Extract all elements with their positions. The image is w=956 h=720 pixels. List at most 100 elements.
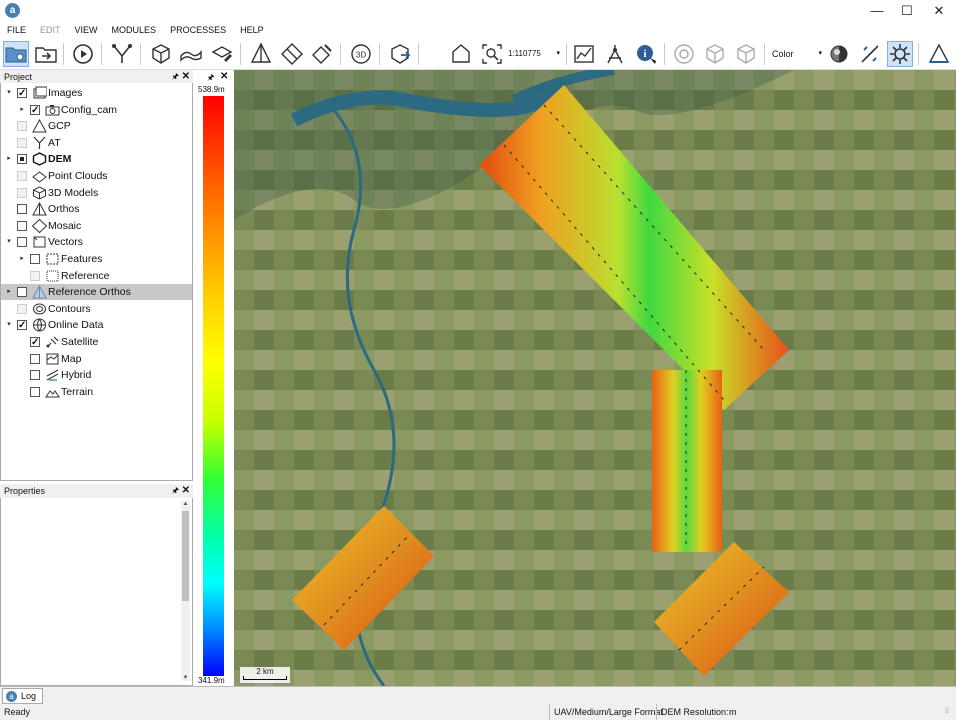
close-icon[interactable]: ✕ — [220, 71, 228, 82]
expand-down-icon[interactable]: ▾ — [5, 317, 13, 333]
log-tab[interactable]: a Log — [2, 688, 44, 704]
menu-file[interactable]: FILE — [0, 22, 33, 38]
tree-item-satellite[interactable]: Satellite — [1, 334, 192, 351]
menu-view[interactable]: VIEW — [68, 22, 105, 38]
tree-item-map[interactable]: Map — [1, 351, 192, 367]
expand-right-icon[interactable]: ▸ — [18, 102, 26, 118]
home-icon[interactable] — [448, 41, 474, 67]
tree-checkbox[interactable] — [17, 237, 27, 248]
tree-item-reference[interactable]: Reference — [1, 268, 192, 284]
target-icon[interactable] — [671, 41, 697, 67]
tree-checkbox[interactable] — [17, 220, 27, 231]
tree-checkbox[interactable] — [30, 335, 40, 351]
cube-outline-icon-2[interactable] — [733, 41, 759, 67]
map-canvas[interactable] — [234, 70, 956, 686]
tree-item-hybrid[interactable]: Hybrid — [1, 367, 192, 383]
expand-right-icon[interactable]: ▸ — [5, 151, 13, 167]
tree-item-3d-models[interactable]: 3D Models — [1, 185, 192, 201]
3d-box-icon[interactable] — [148, 41, 174, 67]
scroll-down-icon[interactable]: ▼ — [181, 675, 190, 681]
tree-item-contours[interactable]: Contours — [1, 301, 192, 317]
tree-checkbox[interactable] — [17, 154, 27, 165]
tree-item-terrain[interactable]: Terrain — [1, 384, 192, 400]
3d-models-icon — [32, 186, 47, 200]
tree-checkbox[interactable] — [30, 370, 40, 381]
menu-modules[interactable]: MODULES — [105, 22, 164, 38]
map-view[interactable] — [234, 70, 956, 686]
expand-right-icon[interactable]: ▸ — [18, 251, 26, 267]
histogram-icon[interactable] — [571, 41, 597, 67]
line-tool-icon[interactable] — [857, 41, 883, 67]
tree-item-vectors[interactable]: ▾ Vectors — [1, 234, 192, 250]
tree-item-gcp[interactable]: GCP — [1, 118, 192, 134]
tree-item-label: Vectors — [48, 236, 84, 249]
tree-item-config-cam[interactable]: ▸ Config_cam — [1, 102, 192, 119]
close-icon[interactable]: ✕ — [182, 70, 190, 84]
tree-item-images[interactable]: ▾ Images — [1, 85, 192, 102]
shading-icon[interactable] — [826, 41, 852, 67]
tree-checkbox[interactable] — [30, 386, 40, 397]
cube-outline-icon[interactable] — [702, 41, 728, 67]
scale-combo[interactable]: 1:110775 ▾ — [508, 47, 562, 61]
mosaic-icon[interactable] — [279, 41, 305, 67]
resize-grip-icon[interactable]: ⁞⁞ — [945, 704, 949, 720]
menu-edit[interactable]: EDIT — [33, 22, 68, 38]
satellite-icon — [45, 335, 60, 349]
close-button[interactable]: ✕ — [924, 0, 954, 22]
open-project-icon[interactable] — [3, 41, 29, 67]
tree-checkbox[interactable] — [17, 287, 27, 298]
ortho-icon[interactable] — [248, 41, 274, 67]
maximize-button[interactable]: ☐ — [892, 0, 922, 22]
tree-checkbox[interactable] — [30, 353, 40, 364]
tree-checkbox[interactable] — [17, 86, 27, 102]
expand-down-icon[interactable]: ▾ — [5, 85, 13, 101]
pin-icon[interactable]: 🖈 — [207, 72, 214, 86]
tree-item-label: Reference — [61, 269, 110, 282]
tree-checkbox[interactable] — [17, 318, 27, 334]
scroll-up-icon[interactable]: ▲ — [181, 501, 190, 507]
tree-item-reference-orthos[interactable]: ▸ Reference Orthos — [1, 284, 192, 301]
edit-surface-icon[interactable] — [209, 41, 235, 67]
tree-item-mosaic[interactable]: Mosaic — [1, 218, 192, 234]
measure-icon[interactable] — [602, 41, 628, 67]
tree-item-orthos[interactable]: Orthos — [1, 201, 192, 217]
zoom-extent-icon[interactable] — [479, 41, 505, 67]
status-profile: UAV/Medium/Large Format — [549, 704, 663, 720]
paint-icon[interactable] — [309, 41, 335, 67]
play-icon[interactable] — [70, 41, 96, 67]
export-icon[interactable] — [387, 41, 413, 67]
tree-item-dem[interactable]: ▸ DEM — [1, 151, 192, 167]
pin-icon[interactable]: 🖈 — [172, 70, 179, 84]
color-mode-combo[interactable]: Color ▾ — [772, 46, 824, 62]
info-icon[interactable]: i — [633, 41, 659, 67]
tree-item-point-clouds[interactable]: Point Clouds — [1, 168, 192, 184]
title-bar: a — ☐ ✕ — [0, 0, 956, 22]
tree-item-label: Features — [61, 253, 103, 265]
close-icon[interactable]: ✕ — [182, 484, 190, 498]
expand-down-icon[interactable]: ▾ — [5, 234, 13, 250]
triangle-icon[interactable] — [926, 41, 952, 67]
legend-max-label: 538.9m — [198, 85, 225, 94]
sun-settings-icon[interactable] — [887, 41, 913, 67]
menu-processes[interactable]: PROCESSES — [163, 22, 233, 38]
map-icon — [45, 352, 60, 366]
3d-view-icon[interactable]: 3D — [348, 41, 374, 67]
tree-item-at[interactable]: AT — [1, 135, 192, 151]
tie-points-icon[interactable] — [109, 41, 135, 67]
menu-help[interactable]: HELP — [233, 22, 271, 38]
expand-right-icon[interactable]: ▸ — [5, 284, 13, 300]
project-panel-header: Project 🖈 ✕ — [0, 70, 193, 84]
tree-checkbox[interactable] — [30, 103, 40, 119]
tree-item-online-data[interactable]: ▾ Online Data — [1, 317, 192, 334]
import-icon[interactable] — [33, 41, 59, 67]
surface-icon[interactable] — [178, 41, 204, 67]
properties-scrollbar[interactable]: ▲ ▼ — [181, 501, 190, 681]
tree-item-features[interactable]: ▸ Features — [1, 251, 192, 267]
tree-checkbox[interactable] — [30, 254, 40, 264]
project-tree: ▾ Images ▸ Config_cam GCP AT ▸ DEM Point Clouds 3… — [0, 83, 193, 481]
pin-icon[interactable]: 🖈 — [172, 484, 179, 498]
tree-checkbox[interactable] — [17, 204, 27, 215]
main-toolbar: 3D 1:110775 ▾ i Color ▾ — [0, 38, 956, 70]
minimize-button[interactable]: — — [862, 0, 892, 22]
scrollbar-thumb[interactable] — [182, 511, 189, 601]
